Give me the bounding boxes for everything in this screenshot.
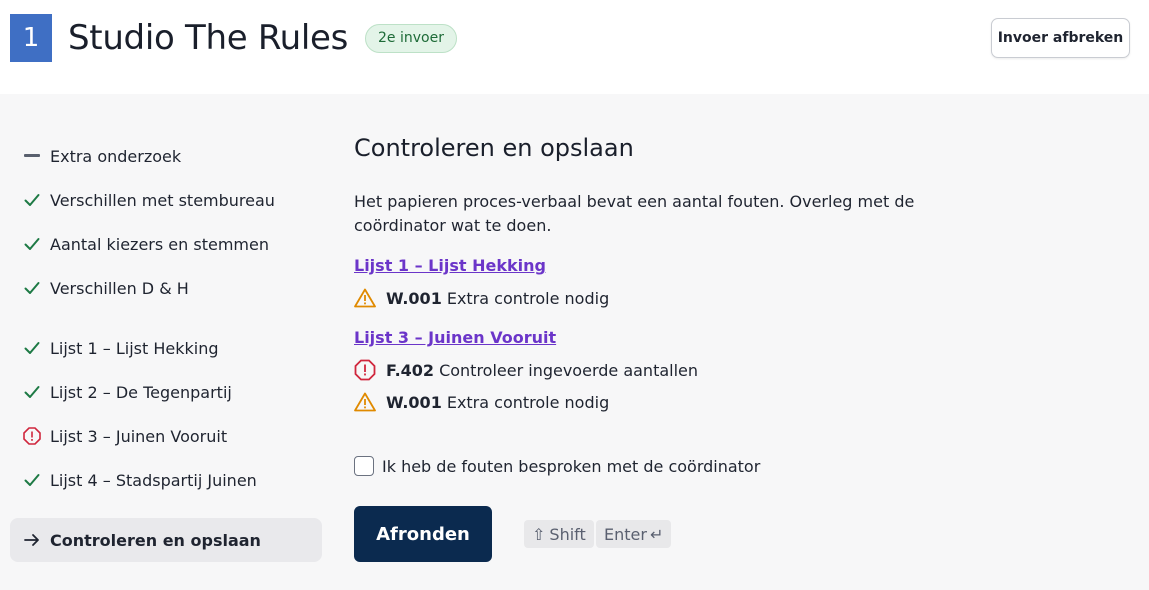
abort-entry-button[interactable]: Invoer afbreken	[991, 18, 1130, 58]
finish-button[interactable]: Afronden	[354, 506, 492, 562]
sidebar-item-verschillen-dh[interactable]: Verschillen D & H	[10, 266, 322, 310]
sidebar-item-aantal-kiezers[interactable]: Aantal kiezers en stemmen	[10, 222, 322, 266]
arrow-right-icon	[10, 533, 50, 547]
list-link-lijst-1[interactable]: Lijst 1 – Lijst Hekking	[354, 256, 546, 275]
sidebar-item-controleren-opslaan[interactable]: Controleren en opslaan	[10, 518, 322, 562]
checkmark-icon	[10, 341, 50, 355]
validation-message: F.402 Controleer ingevoerde aantallen	[354, 356, 698, 384]
sidebar-item-label: Lijst 4 – Stadspartij Juinen	[50, 470, 257, 490]
sidebar-item-label: Controleren en opslaan	[50, 530, 261, 550]
warning-icon	[354, 288, 386, 308]
acknowledge-errors-checkbox[interactable]	[354, 456, 374, 476]
sidebar-item-extra-onderzoek[interactable]: Extra onderzoek	[10, 134, 322, 178]
message-code: F.402	[386, 360, 435, 380]
message-code: W.001	[386, 288, 442, 308]
message-text: Controleer ingevoerde aantallen	[439, 360, 699, 380]
sidebar-item-label: Aantal kiezers en stemmen	[50, 234, 269, 254]
shift-key-hint: ⇧ Shift	[524, 520, 594, 548]
error-octagon-icon	[354, 359, 386, 381]
list-link-lijst-3[interactable]: Lijst 3 – Juinen Vooruit	[354, 328, 556, 347]
shift-arrow-icon: ⇧	[532, 524, 546, 544]
sidebar-item-label: Verschillen met stembureau	[50, 190, 275, 210]
dash-icon	[10, 154, 50, 158]
sidebar-item-lijst-3[interactable]: Lijst 3 – Juinen Vooruit	[10, 414, 322, 458]
sidebar-item-lijst-2[interactable]: Lijst 2 – De Tegenpartij	[10, 370, 322, 414]
checkmark-icon	[10, 473, 50, 487]
sidebar-item-verschillen-stembureau[interactable]: Verschillen met stembureau	[10, 178, 322, 222]
page-header: 1 Studio The Rules 2e invoer Invoer afbr…	[0, 0, 1149, 94]
enter-return-icon: ↵	[649, 524, 664, 544]
sidebar-item-label: Extra onderzoek	[50, 146, 182, 166]
message-text: Extra controle nodig	[446, 288, 610, 308]
sidebar-item-label: Lijst 2 – De Tegenpartij	[50, 382, 232, 402]
validation-message: W.001 Extra controle nodig	[354, 284, 609, 312]
polling-station-number: 1	[10, 14, 52, 62]
checkmark-icon	[10, 281, 50, 295]
enter-key-hint: Enter ↵	[596, 520, 672, 548]
checkmark-icon	[10, 237, 50, 251]
error-octagon-icon	[10, 427, 50, 445]
sidebar-item-lijst-4[interactable]: Lijst 4 – Stadspartij Juinen	[10, 458, 322, 502]
shift-key-label: Shift	[549, 524, 586, 544]
sidebar-item-label: Lijst 3 – Juinen Vooruit	[50, 426, 228, 446]
sidebar-item-label: Verschillen D & H	[50, 278, 189, 298]
message-code: W.001	[386, 392, 442, 412]
sidebar-item-lijst-1[interactable]: Lijst 1 – Lijst Hekking	[10, 326, 322, 370]
acknowledge-errors-row[interactable]: Ik heb de fouten besproken met de coördi…	[354, 455, 760, 477]
page-title: Studio The Rules	[68, 18, 349, 58]
error-explanation: Het papieren proces-verbaal bevat een aa…	[354, 192, 915, 235]
sidebar-item-label: Lijst 1 – Lijst Hekking	[50, 338, 219, 358]
section-title: Controleren en opslaan	[354, 134, 634, 162]
checkmark-icon	[10, 385, 50, 399]
validation-message: W.001 Extra controle nodig	[354, 388, 609, 416]
message-text: Extra controle nodig	[446, 392, 610, 412]
entry-badge: 2e invoer	[365, 24, 457, 53]
checkmark-icon	[10, 193, 50, 207]
warning-icon	[354, 392, 386, 412]
acknowledge-errors-label: Ik heb de fouten besproken met de coördi…	[382, 456, 761, 476]
enter-key-label: Enter	[604, 524, 647, 544]
